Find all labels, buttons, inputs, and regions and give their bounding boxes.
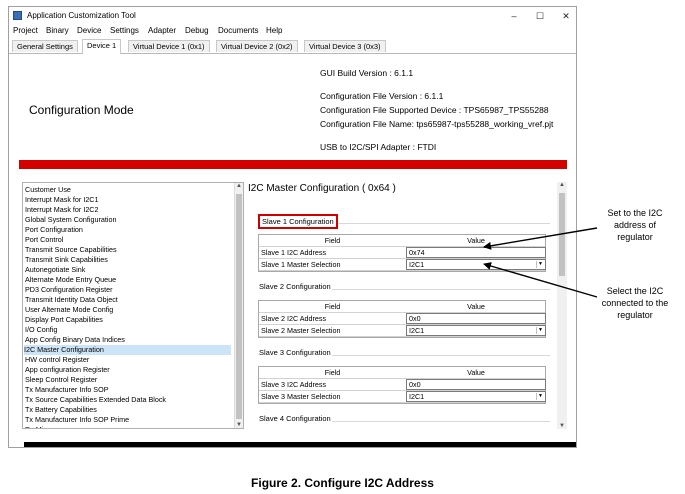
arrow-to-master-select — [483, 262, 598, 298]
annotation-arrows — [483, 227, 598, 298]
figure-caption: Figure 2. Configure I2C Address — [251, 476, 434, 490]
arrow-to-address — [483, 227, 598, 250]
